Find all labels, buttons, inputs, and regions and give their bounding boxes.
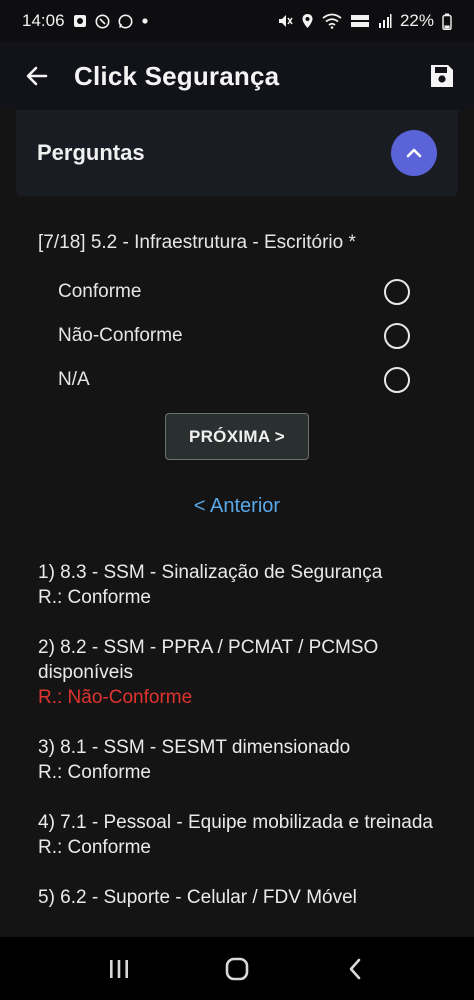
chevron-up-icon — [406, 148, 422, 158]
signal-icon — [378, 14, 392, 28]
status-time: 14:06 — [22, 11, 65, 30]
radio-button[interactable] — [384, 367, 410, 393]
next-button[interactable]: PRÓXIMA > — [165, 413, 309, 460]
radio-button[interactable] — [384, 323, 410, 349]
battery-text: 22% — [399, 11, 434, 30]
save-button[interactable] — [410, 42, 474, 110]
system-nav-bar — [0, 937, 474, 1000]
mute-icon — [278, 15, 293, 27]
option-label: N/A — [58, 369, 90, 390]
history-question: 3) 8.1 - SSM - SESMT dimensionado — [38, 737, 351, 758]
home-icon — [225, 957, 249, 980]
back-nav-icon — [349, 958, 361, 979]
dot-icon — [141, 18, 148, 24]
section-header[interactable]: Perguntas — [16, 110, 458, 196]
arrow-back-icon — [26, 66, 48, 86]
photo-notification-icon — [73, 15, 86, 27]
history-question: 5) 6.2 - Suporte - Celular / FDV Móvel — [38, 887, 357, 908]
recent-apps-button[interactable] — [99, 949, 139, 989]
save-icon — [431, 65, 453, 87]
status-bar: 14:06 22% — [0, 0, 474, 42]
question-text: [7/18] 5.2 - Infraestrutura - Escritório… — [38, 232, 356, 253]
option-label: Não-Conforme — [58, 325, 183, 346]
page-title: Click Segurança — [74, 60, 280, 91]
content-area: Perguntas [7/18] 5.2 - Infraestrutura - … — [0, 110, 474, 937]
previous-link[interactable]: < Anterior — [0, 495, 474, 518]
history-item: 5) 6.2 - Suporte - Celular / FDV Móvel — [38, 885, 448, 910]
history-item: 2) 8.2 - SSM - PPRA / PCMAT / PCMSO disp… — [38, 635, 448, 710]
volte-icon — [350, 15, 369, 27]
history-answer: R.: Não-Conforme — [38, 687, 193, 708]
back-nav-button[interactable] — [335, 949, 375, 989]
option-label: Conforme — [58, 281, 142, 302]
home-button[interactable] — [217, 949, 257, 989]
answer-history: 1) 8.3 - SSM - Sinalização de Segurança … — [38, 560, 448, 935]
history-item: 4) 7.1 - Pessoal - Equipe mobilizada e t… — [38, 810, 448, 860]
battery-icon — [442, 13, 452, 30]
status-left: 14:06 — [22, 11, 149, 31]
options-list: Conforme Não-Conforme N/A — [58, 270, 410, 402]
collapse-button[interactable] — [391, 130, 437, 176]
radio-button[interactable] — [384, 279, 410, 305]
history-question: 4) 7.1 - Pessoal - Equipe mobilizada e t… — [38, 812, 434, 833]
call-notification-icon — [95, 14, 110, 28]
status-right: 22% — [277, 11, 452, 31]
location-icon — [302, 14, 313, 28]
recent-apps-icon — [110, 959, 128, 978]
history-question: 2) 8.2 - SSM - PPRA / PCMAT / PCMSO disp… — [38, 637, 379, 683]
option-na[interactable]: N/A — [58, 358, 410, 402]
option-conforme[interactable]: Conforme — [58, 270, 410, 314]
section-title: Perguntas — [37, 140, 145, 165]
option-nao-conforme[interactable]: Não-Conforme — [58, 314, 410, 358]
history-answer: R.: Conforme — [38, 837, 151, 858]
history-item: 1) 8.3 - SSM - Sinalização de Segurança … — [38, 560, 448, 610]
back-button[interactable] — [0, 42, 74, 110]
app-bar: Click Segurança — [0, 42, 474, 110]
history-answer: R.: Conforme — [38, 762, 151, 783]
history-question: 1) 8.3 - SSM - Sinalização de Segurança — [38, 562, 383, 583]
wifi-icon — [322, 13, 342, 29]
history-item: 3) 8.1 - SSM - SESMT dimensionado R.: Co… — [38, 735, 448, 785]
history-answer: R.: Conforme — [38, 587, 151, 608]
whatsapp-icon — [118, 14, 133, 28]
